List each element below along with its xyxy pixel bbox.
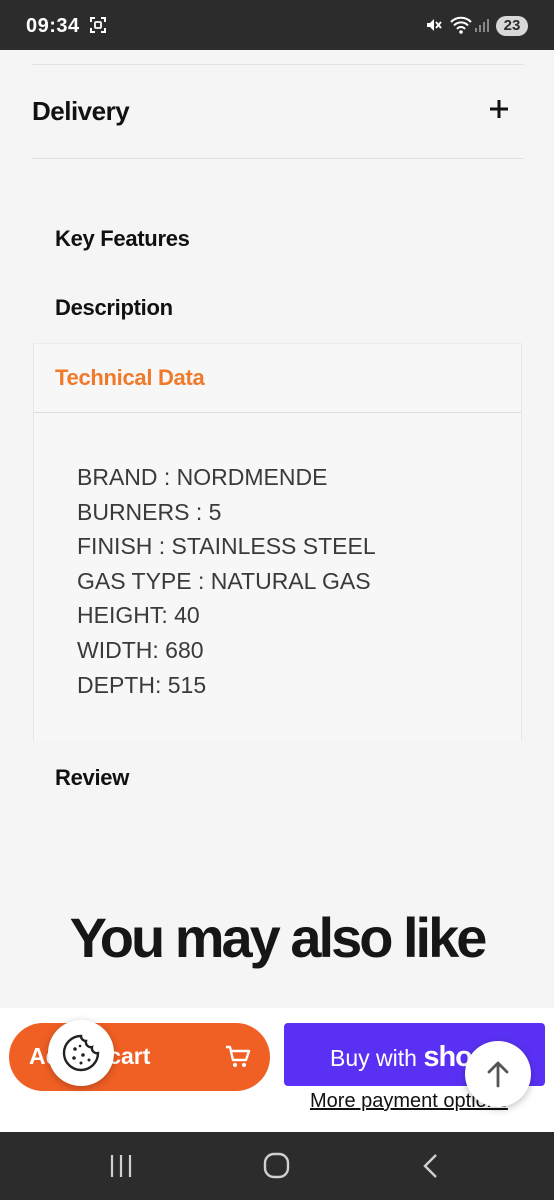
divider <box>32 158 524 159</box>
tab-key-features[interactable]: Key Features <box>55 226 190 252</box>
home-icon[interactable] <box>263 1152 290 1179</box>
technical-data-panel: Technical Data BRAND : NORDMENDE BURNERS… <box>33 343 522 741</box>
divider <box>32 64 524 65</box>
spec-item: BRAND : NORDMENDE <box>77 464 328 490</box>
delivery-accordion[interactable]: Delivery <box>32 88 524 136</box>
cart-icon <box>226 1045 251 1067</box>
spec-item: DEPTH: 515 <box>77 671 207 698</box>
scroll-to-top-button[interactable] <box>465 1041 531 1107</box>
tab-technical-data-label: Technical Data <box>55 365 205 390</box>
status-bar: 09:34 23 <box>0 0 554 50</box>
delivery-title: Delivery <box>32 96 130 126</box>
status-time: 09:34 <box>26 15 80 37</box>
spec-item: BURNERS : 5 <box>77 498 222 525</box>
tab-description[interactable]: Description <box>55 295 173 321</box>
recents-icon[interactable] <box>108 1153 134 1179</box>
mute-icon <box>427 19 442 31</box>
system-nav-bar <box>0 1132 554 1200</box>
plus-icon[interactable] <box>488 98 510 120</box>
cookie-settings-button[interactable] <box>48 1020 114 1086</box>
battery-indicator: 23 <box>496 16 528 36</box>
back-icon[interactable] <box>421 1152 441 1180</box>
wifi-icon <box>450 16 472 34</box>
cookie-icon <box>62 1034 100 1072</box>
arrow-up-icon <box>487 1061 509 1088</box>
spec-item: WIDTH: 680 <box>77 636 204 663</box>
spec-item: HEIGHT: 40 <box>77 602 200 629</box>
buy-prefix: Buy with <box>330 1045 417 1071</box>
signal-icon <box>475 19 489 32</box>
screen-record-icon <box>90 17 106 33</box>
spec-item: GAS TYPE : NATURAL GAS <box>77 567 371 594</box>
tab-technical-data[interactable]: Technical Data <box>34 344 521 413</box>
spec-list: BRAND : NORDMENDE BURNERS : 5 FINISH : S… <box>77 460 376 702</box>
tab-review[interactable]: Review <box>55 765 129 791</box>
recommendations-heading: You may also like <box>69 906 488 969</box>
spec-item: FINISH : STAINLESS STEEL <box>77 533 376 560</box>
